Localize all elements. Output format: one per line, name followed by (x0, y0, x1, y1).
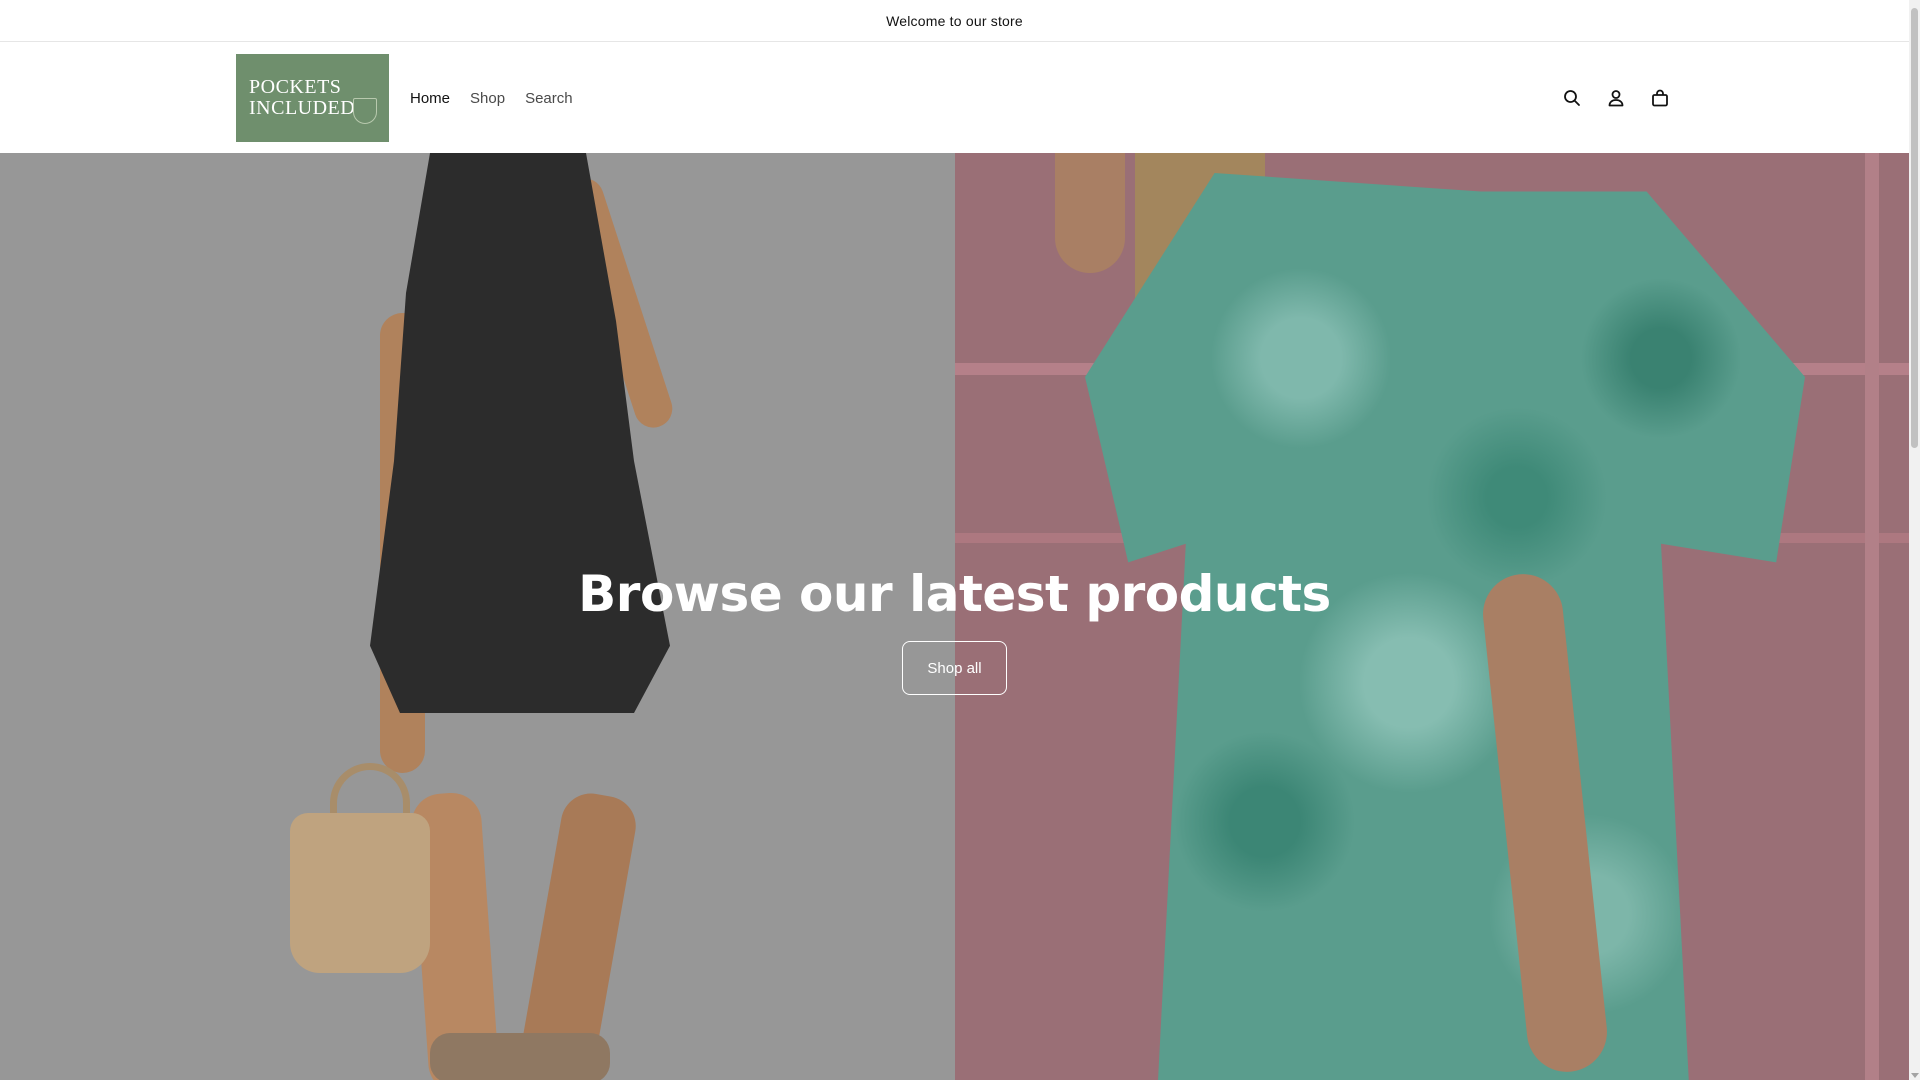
cart-button[interactable] (1638, 76, 1682, 120)
account-icon (1608, 90, 1624, 107)
scroll-thumb[interactable] (1911, 8, 1918, 448)
announcement-bar: Welcome to our store (0, 0, 1909, 42)
nav-home[interactable]: Home (400, 82, 460, 115)
announcement-text: Welcome to our store (886, 12, 1023, 29)
hero-content: Browse our latest products Shop all (0, 153, 1909, 1080)
scroll-down-arrow-icon[interactable] (1911, 1073, 1919, 1078)
site-header: POCKETS INCLUDED Home Shop Search (0, 43, 1909, 153)
search-button[interactable] (1550, 76, 1594, 120)
header-icons (1550, 43, 1682, 153)
hero-title: Browse our latest products (578, 565, 1331, 623)
search-icon (1564, 90, 1580, 106)
main-nav: Home Shop Search (400, 43, 583, 153)
page-scrollbar[interactable] (1909, 0, 1920, 1080)
account-button[interactable] (1594, 76, 1638, 120)
hero-banner: Browse our latest products Shop all (0, 153, 1909, 1080)
store-logo[interactable]: POCKETS INCLUDED (236, 54, 389, 142)
logo-line-1: POCKETS (249, 76, 342, 98)
nav-search[interactable]: Search (515, 82, 583, 115)
cart-icon (1652, 89, 1668, 107)
shop-all-button[interactable]: Shop all (902, 641, 1007, 695)
pocket-icon (353, 98, 377, 124)
nav-shop[interactable]: Shop (460, 82, 515, 115)
